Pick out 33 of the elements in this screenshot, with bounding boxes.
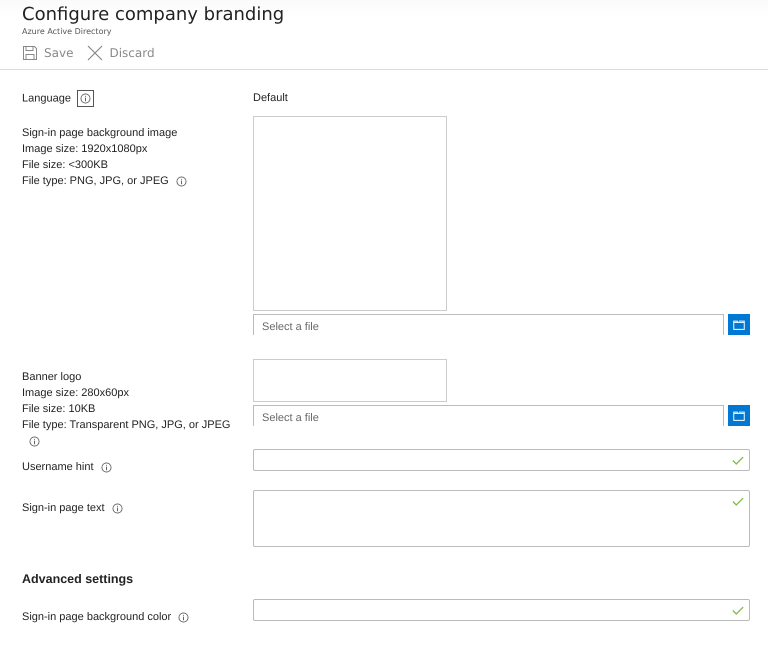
- folder-icon: [732, 318, 746, 332]
- field-label: Sign-in page background image: [22, 127, 178, 139]
- page-subtitle: Azure Active Directory: [22, 27, 112, 36]
- field-label: Banner logo: [22, 371, 82, 383]
- close-icon: [87, 44, 104, 60]
- field-label: Sign-in page background color: [22, 611, 172, 623]
- info-icon[interactable]: [174, 174, 188, 188]
- text-field[interactable]: [253, 490, 750, 547]
- section-heading: Advanced settings: [22, 572, 134, 586]
- info-icon[interactable]: [110, 502, 124, 515]
- field-label: File size: <300KB: [22, 159, 108, 171]
- browse-button[interactable]: [728, 405, 750, 426]
- info-icon[interactable]: [177, 610, 190, 624]
- field-label: File size: 10KB: [22, 403, 96, 415]
- field-label: Image size: 280x60px: [22, 387, 130, 399]
- field-label: File type: PNG, JPG, or JPEG: [22, 175, 169, 187]
- info-icon[interactable]: [100, 460, 113, 474]
- info-icon[interactable]: [28, 434, 41, 448]
- field-label: Username hint: [22, 461, 94, 473]
- field-label: Sign-in page text: [22, 502, 105, 514]
- field-label: Image size: 1920x1080px: [22, 143, 148, 155]
- field-label: Language: [22, 92, 71, 104]
- text-field[interactable]: [253, 449, 750, 471]
- page-title: Configure company branding: [22, 4, 286, 26]
- browse-button[interactable]: [728, 314, 750, 335]
- folder-icon: [732, 408, 746, 422]
- field-label: File type: Transparent PNG, JPG, or JPEG: [22, 419, 230, 431]
- language-value: Default: [253, 91, 289, 106]
- file-field[interactable]: Select a file: [253, 314, 724, 335]
- text-field[interactable]: [253, 599, 750, 621]
- file-field[interactable]: Select a file: [253, 405, 724, 426]
- info-icon[interactable]: [76, 90, 94, 107]
- save-icon: [22, 44, 38, 60]
